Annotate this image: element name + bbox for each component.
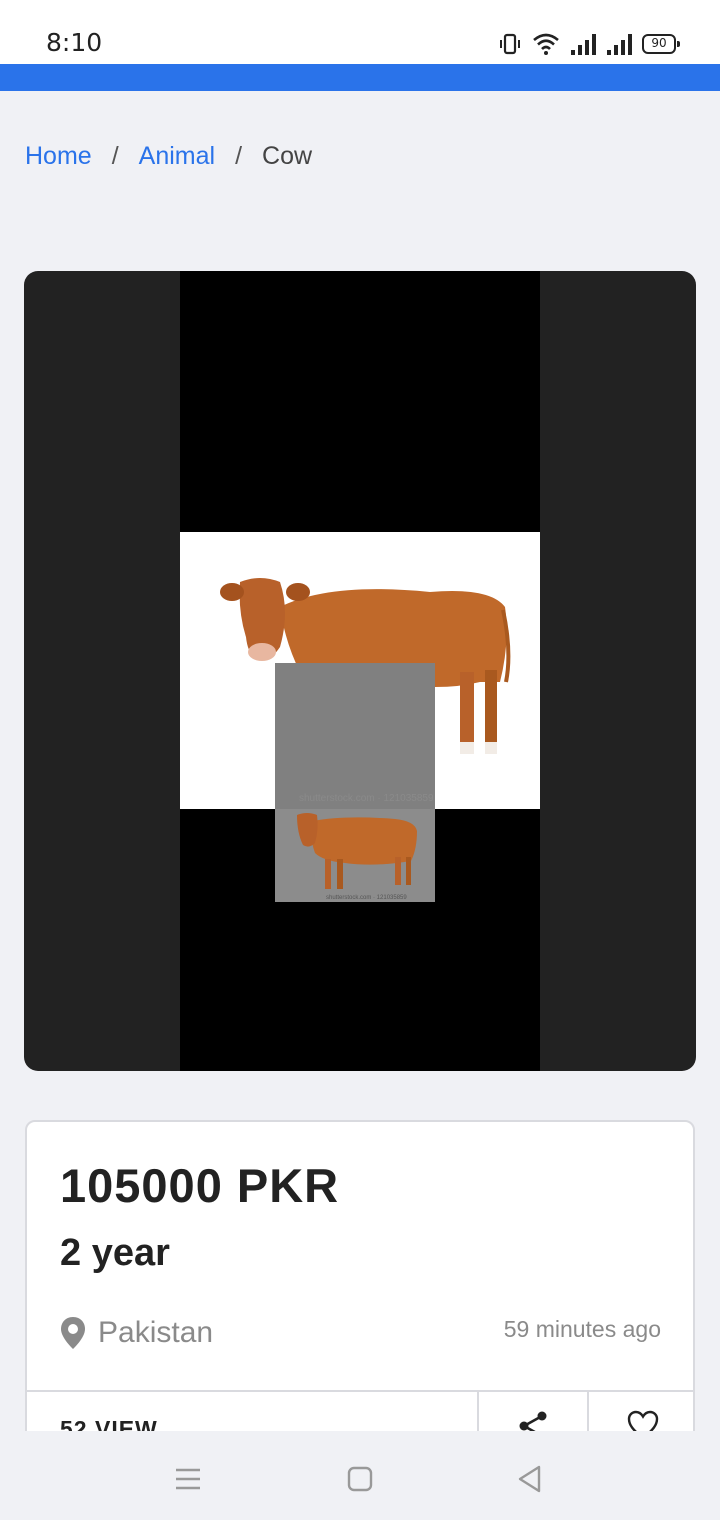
location-pin-icon	[61, 1317, 85, 1349]
menu-icon	[176, 1468, 200, 1490]
cow-thumbnail-illustration	[297, 813, 417, 889]
listing-location: Pakistan	[60, 1316, 213, 1350]
image-gallery[interactable]: shutterstock.com · 121035859 shutterstoc…	[24, 271, 696, 1071]
wifi-icon	[533, 33, 559, 55]
breadcrumb-separator: /	[235, 142, 243, 170]
status-time: 8:10	[46, 28, 103, 57]
battery-level: 90	[651, 36, 667, 50]
listing-card: 105000 PKR 2 year Pakistan 59 minutes ag…	[25, 1120, 695, 1452]
recents-button[interactable]	[168, 1459, 208, 1499]
breadcrumb-separator: /	[111, 142, 119, 170]
header-accent-bar	[0, 64, 720, 91]
back-triangle-icon	[518, 1465, 541, 1493]
listing-age: 2 year	[60, 1232, 170, 1274]
breadcrumb-current: Cow	[262, 142, 313, 170]
status-bar: 8:10 90	[0, 0, 720, 64]
photo-watermark: shutterstock.com · 121035859	[299, 793, 434, 804]
thumbnail-photo[interactable]	[275, 809, 435, 902]
back-button[interactable]	[510, 1459, 550, 1499]
listing-price: 105000 PKR	[60, 1159, 340, 1212]
breadcrumb-animal[interactable]: Animal	[139, 142, 215, 171]
thumbnail-watermark: shutterstock.com · 121035859	[326, 895, 407, 901]
location-text: Pakistan	[98, 1316, 214, 1349]
vibrate-icon	[500, 33, 520, 55]
home-square-icon	[347, 1466, 373, 1492]
signal-icon	[571, 34, 596, 55]
system-nav-bar	[0, 1431, 720, 1520]
breadcrumb-home[interactable]: Home	[25, 142, 92, 171]
status-icons: 90	[498, 30, 680, 58]
home-button[interactable]	[340, 1459, 380, 1499]
signal-icon	[607, 34, 632, 55]
breadcrumb: Home / Animal / Cow	[25, 142, 312, 171]
battery-icon: 90	[642, 34, 680, 54]
posted-time: 59 minutes ago	[503, 1316, 661, 1342]
